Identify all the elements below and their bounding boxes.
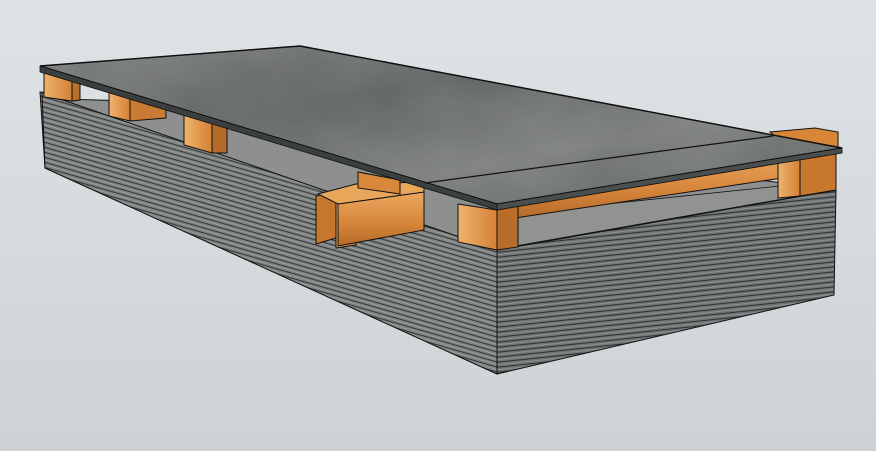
3d-viewport[interactable] [0, 0, 876, 451]
stack-model [39, 45, 843, 375]
wood-spacer-front-corner [457, 203, 519, 251]
